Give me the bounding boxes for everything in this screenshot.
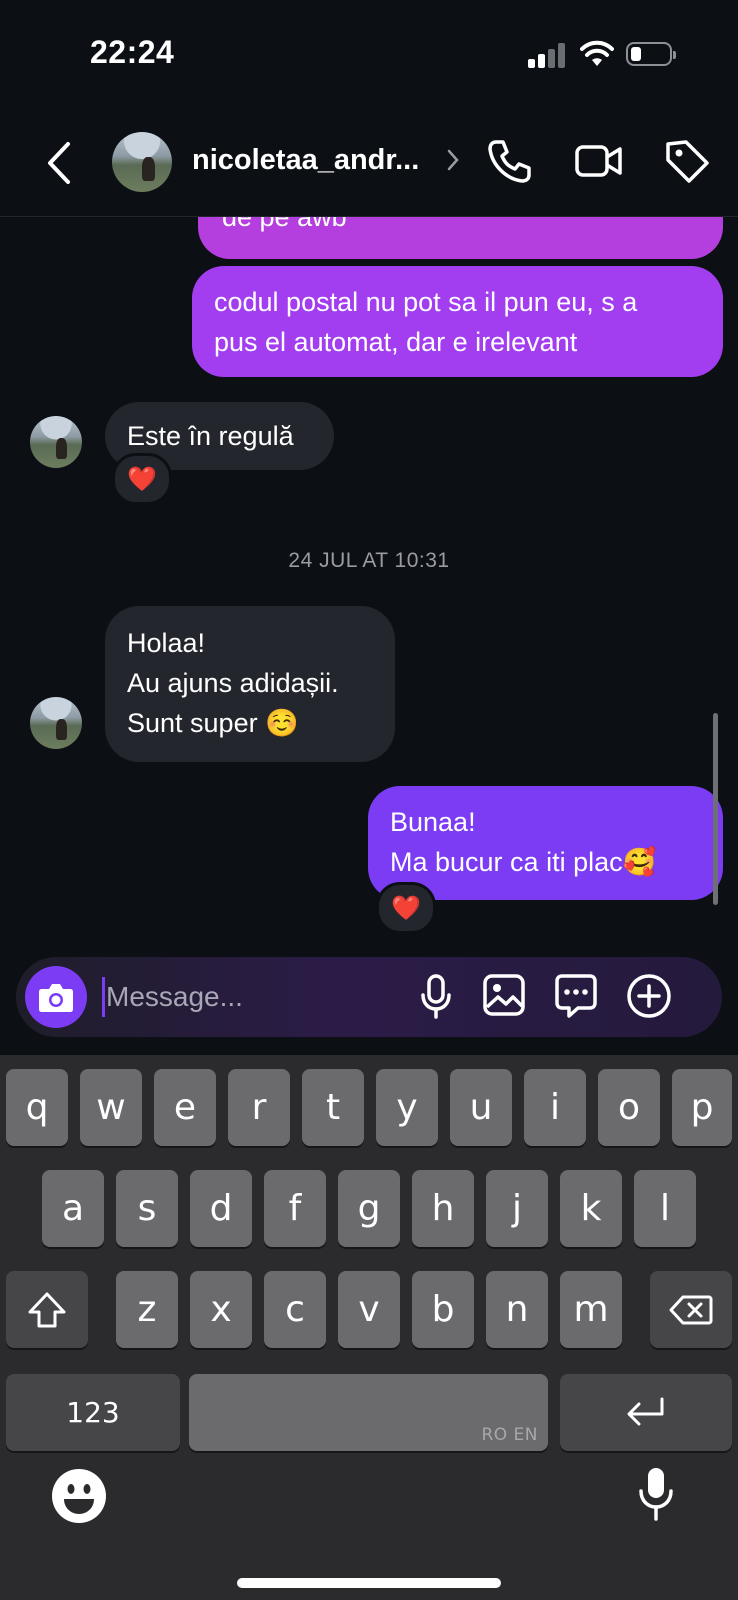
space-key[interactable]: RO EN xyxy=(189,1374,548,1451)
key-c[interactable]: c xyxy=(264,1271,326,1348)
key-x[interactable]: x xyxy=(190,1271,252,1348)
key-w[interactable]: w xyxy=(80,1069,142,1146)
wifi-icon xyxy=(580,40,614,66)
numbers-key[interactable]: 123 xyxy=(6,1374,180,1451)
plus-circle-icon[interactable] xyxy=(626,973,672,1019)
key-o[interactable]: o xyxy=(598,1069,660,1146)
gallery-icon[interactable] xyxy=(482,973,526,1017)
message-timestamp: 24 JUL AT 10:31 xyxy=(288,549,450,572)
sticker-chat-icon[interactable] xyxy=(554,973,598,1019)
camera-button[interactable] xyxy=(25,966,87,1028)
backspace-key[interactable] xyxy=(650,1271,732,1348)
message-text: Bunaa! xyxy=(390,807,476,837)
chat-header: nicoletaa_andr... xyxy=(0,110,738,217)
return-key[interactable] xyxy=(560,1374,732,1451)
message-text: pus el automat, dar e irelevant xyxy=(214,327,578,357)
contact-username[interactable]: nicoletaa_andr... xyxy=(192,144,419,177)
key-d[interactable]: d xyxy=(190,1170,252,1247)
outgoing-message[interactable]: codul postal nu pot sa il pun eu, s a pu… xyxy=(192,266,723,377)
keyboard-language-label: RO EN xyxy=(481,1425,538,1445)
key-n[interactable]: n xyxy=(486,1271,548,1348)
phone-icon[interactable] xyxy=(484,136,534,186)
key-h[interactable]: h xyxy=(412,1170,474,1247)
shift-key[interactable] xyxy=(6,1271,88,1348)
emoji-icon xyxy=(53,1470,105,1522)
key-f[interactable]: f xyxy=(264,1170,326,1247)
key-e[interactable]: e xyxy=(154,1069,216,1146)
cellular-signal-icon xyxy=(528,42,568,68)
message-text: codul postal nu pot sa il pun eu, s a xyxy=(214,287,638,317)
tag-icon[interactable] xyxy=(662,136,712,186)
scrollbar[interactable] xyxy=(713,713,718,905)
key-t[interactable]: t xyxy=(302,1069,364,1146)
sender-avatar[interactable] xyxy=(30,697,82,749)
outgoing-message[interactable]: de pe awb xyxy=(198,217,723,259)
battery-icon xyxy=(626,42,676,66)
chevron-right-icon[interactable] xyxy=(446,148,460,172)
shift-icon xyxy=(28,1292,66,1327)
heart-reaction-icon[interactable]: ❤️ xyxy=(376,882,436,934)
key-y[interactable]: y xyxy=(376,1069,438,1146)
message-text: Este în regulă xyxy=(127,421,294,451)
key-j[interactable]: j xyxy=(486,1170,548,1247)
key-q[interactable]: q xyxy=(6,1069,68,1146)
message-list[interactable]: de pe awb codul postal nu pot sa il pun … xyxy=(0,217,738,952)
return-icon xyxy=(627,1397,664,1425)
message-text: Au ajuns adidașii. xyxy=(127,668,339,698)
key-a[interactable]: a xyxy=(42,1170,104,1247)
heart-reaction-icon[interactable]: ❤️ xyxy=(112,453,172,505)
back-arrow-icon[interactable] xyxy=(40,138,80,188)
backspace-icon xyxy=(669,1295,713,1324)
key-i[interactable]: i xyxy=(524,1069,586,1146)
key-k[interactable]: k xyxy=(560,1170,622,1247)
key-z[interactable]: z xyxy=(116,1271,178,1348)
contact-avatar[interactable] xyxy=(112,132,172,192)
key-g[interactable]: g xyxy=(338,1170,400,1247)
key-u[interactable]: u xyxy=(450,1069,512,1146)
incoming-message[interactable]: Holaa! Au ajuns adidașii. Sunt super ☺️ xyxy=(105,606,395,762)
message-text: Ma bucur ca iti plac🥰 xyxy=(390,847,657,877)
on-screen-keyboard: q w e r t y u i o p a s d f g h j k l z … xyxy=(0,1055,738,1600)
key-l[interactable]: l xyxy=(634,1170,696,1247)
status-bar: 22:24 xyxy=(0,0,738,110)
dictation-microphone-icon[interactable] xyxy=(636,1465,676,1523)
message-text: Sunt super ☺️ xyxy=(127,708,299,738)
emoji-key[interactable] xyxy=(52,1469,106,1523)
sender-avatar[interactable] xyxy=(30,416,82,468)
message-text: de pe awb xyxy=(222,217,347,232)
message-composer xyxy=(16,957,722,1037)
status-time: 22:24 xyxy=(90,34,175,70)
key-v[interactable]: v xyxy=(338,1271,400,1348)
home-indicator[interactable] xyxy=(237,1578,501,1588)
key-b[interactable]: b xyxy=(412,1271,474,1348)
microphone-icon[interactable] xyxy=(418,973,454,1021)
camera-icon xyxy=(39,984,73,1012)
key-r[interactable]: r xyxy=(228,1069,290,1146)
video-call-icon[interactable] xyxy=(574,136,624,186)
message-text: Holaa! xyxy=(127,628,206,658)
key-p[interactable]: p xyxy=(672,1069,732,1146)
text-cursor xyxy=(102,977,105,1017)
key-s[interactable]: s xyxy=(116,1170,178,1247)
message-input[interactable] xyxy=(106,971,396,1023)
key-m[interactable]: m xyxy=(560,1271,622,1348)
